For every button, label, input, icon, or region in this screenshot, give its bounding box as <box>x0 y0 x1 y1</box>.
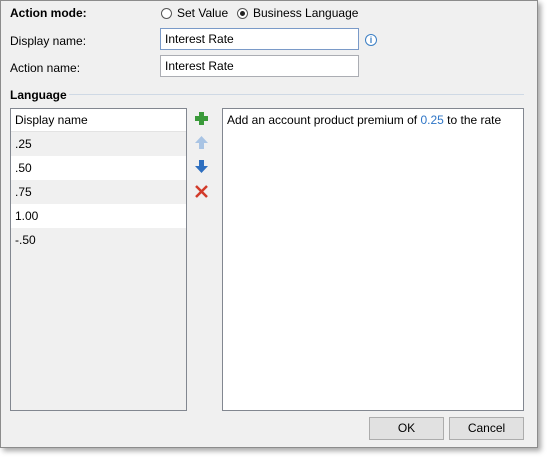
display-name-field[interactable]: Interest Rate <box>160 28 359 50</box>
ok-button[interactable]: OK <box>369 417 444 440</box>
add-button[interactable] <box>192 109 211 128</box>
editor-value-token[interactable]: 0.25 <box>420 113 443 127</box>
list-item[interactable]: .50 <box>11 156 186 180</box>
action-dialog: Action mode: Set Value Business Language… <box>0 0 538 448</box>
move-down-button[interactable] <box>192 157 211 176</box>
display-name-label: Display name: <box>10 34 87 48</box>
list-item[interactable]: .75 <box>11 180 186 204</box>
section-divider <box>69 94 524 95</box>
move-up-button[interactable] <box>192 133 211 152</box>
language-section-title: Language <box>10 88 67 102</box>
action-name-label: Action name: <box>10 61 81 75</box>
radio-set-value-circle[interactable] <box>161 7 172 19</box>
language-editor[interactable]: Add an account product premium of 0.25 t… <box>222 108 524 411</box>
editor-text-after: to the rate <box>443 113 502 127</box>
radio-set-value-label: Set Value <box>177 6 229 20</box>
add-icon <box>195 112 208 125</box>
list-header[interactable]: Display name <box>11 109 186 132</box>
radio-set-value[interactable]: Set Value <box>161 6 228 20</box>
radio-business-language[interactable]: Business Language <box>237 6 358 20</box>
list-item[interactable]: .25 <box>11 132 186 156</box>
delete-icon <box>195 185 208 198</box>
arrow-down-icon <box>195 160 208 173</box>
action-mode-label: Action mode: <box>10 6 87 20</box>
radio-business-language-label: Business Language <box>253 6 359 20</box>
action-name-field[interactable]: Interest Rate <box>160 55 359 77</box>
list-item[interactable]: 1.00 <box>11 204 186 228</box>
display-name-list[interactable]: Display name .25 .50 .75 1.00 -.50 <box>10 108 187 411</box>
info-icon[interactable]: i <box>365 34 377 46</box>
cancel-button[interactable]: Cancel <box>449 417 524 440</box>
radio-business-language-circle[interactable] <box>237 7 248 19</box>
delete-button[interactable] <box>192 182 211 201</box>
editor-text-before: Add an account product premium of <box>227 113 421 127</box>
list-item[interactable]: -.50 <box>11 228 186 252</box>
arrow-up-icon <box>195 136 208 149</box>
